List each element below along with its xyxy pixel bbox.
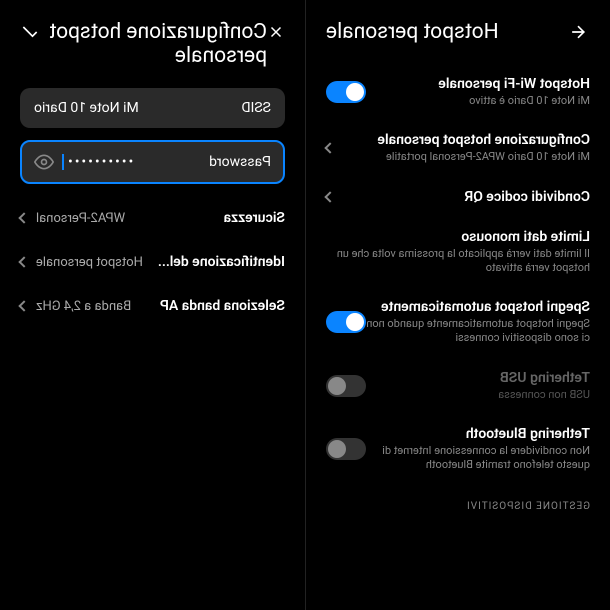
auto-off-sub: Spegni hotspot automaticamente quando no… (366, 317, 590, 346)
band-label: Seleziona banda AP (160, 298, 285, 314)
band-value: Banda a 2,4 GHz (36, 299, 131, 314)
password-value: •••••••••• (62, 154, 186, 170)
usb-title: Tethering USB (366, 370, 590, 386)
identification-row[interactable]: Identificazione del... Hotspot personale (20, 240, 285, 284)
data-limit-title: Limite dati monouso (326, 229, 590, 245)
ssid-field[interactable]: SSID Mi Note 10 Dario (20, 88, 285, 128)
config-hotspot-row[interactable]: Configurazione hotspot personale Mi Note… (326, 120, 590, 176)
page-title: Hotspot personale (326, 20, 499, 44)
qr-row[interactable]: Condividi codice QR (326, 177, 590, 217)
password-field[interactable]: Password •••••••••• (20, 140, 285, 184)
close-icon[interactable] (267, 20, 285, 44)
back-arrow-icon[interactable] (566, 20, 590, 44)
auto-off-row[interactable]: Spegni hotspot automaticamente Spegni ho… (326, 287, 590, 358)
config-hotspot-title: Configurazione hotspot personale (334, 132, 590, 148)
usb-toggle (326, 375, 366, 397)
data-limit-sub: Il limite dati verrà applicato la prossi… (326, 247, 590, 276)
ssid-label: SSID (186, 100, 271, 116)
confirm-check-icon[interactable] (20, 20, 40, 44)
usb-tethering-row: Tethering USB USB non connessa (326, 358, 590, 414)
security-value: WPA2-Personal (36, 211, 125, 226)
identification-label: Identificazione del... (158, 254, 285, 270)
chevron-right-icon (18, 256, 29, 267)
security-row[interactable]: Sicurezza WPA2-Personal (20, 196, 285, 240)
config-hotspot-sub: Mi Note 10 Dario WPA2-Personal portatile (334, 150, 590, 164)
bt-toggle[interactable] (326, 438, 366, 460)
bt-title: Tethering Bluetooth (366, 426, 590, 442)
wifi-hotspot-title: Hotspot Wi-Fi personale (366, 76, 590, 92)
ssid-value: Mi Note 10 Dario (34, 100, 186, 116)
page-title: Configurazione hotspot personale (40, 20, 267, 68)
chevron-right-icon (18, 212, 29, 223)
data-limit-row[interactable]: Limite dati monouso Il limite dati verrà… (326, 217, 590, 288)
identification-value: Hotspot personale (36, 255, 143, 270)
auto-off-title: Spegni hotspot automaticamente (366, 299, 590, 315)
chevron-right-icon (18, 300, 29, 311)
password-label: Password (186, 154, 271, 170)
usb-sub: USB non connessa (366, 388, 590, 402)
bt-sub: Non condividere la connessione Internet … (366, 444, 590, 473)
qr-title: Condividi codice QR (334, 189, 590, 205)
wifi-hotspot-toggle[interactable] (326, 81, 366, 103)
wifi-hotspot-row[interactable]: Hotspot Wi-Fi personale Mi Note 10 Dario… (326, 64, 590, 120)
section-label: GESTIONE DISPOSITIVI (326, 501, 590, 512)
bt-tethering-row[interactable]: Tethering Bluetooth Non condividere la c… (326, 414, 590, 485)
security-label: Sicurezza (224, 210, 285, 226)
auto-off-toggle[interactable] (326, 311, 366, 333)
band-row[interactable]: Seleziona banda AP Banda a 2,4 GHz (20, 284, 285, 328)
wifi-hotspot-sub: Mi Note 10 Dario è attivo (366, 94, 590, 108)
eye-icon[interactable] (34, 152, 54, 172)
